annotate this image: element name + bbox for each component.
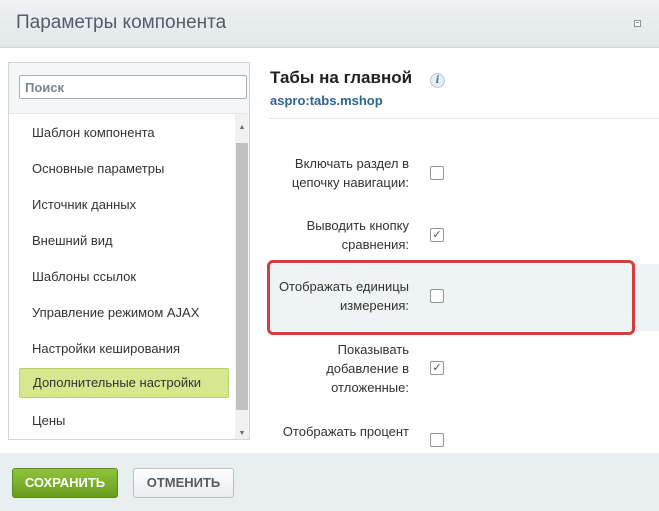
- option-label: Отображать процент: [282, 424, 409, 439]
- sidebar-item-link-templates[interactable]: Шаблоны ссылок: [19, 262, 229, 292]
- sidebar-scrollbar[interactable]: ▲ ▼: [235, 114, 249, 439]
- option-row-compare-button: Выводить кнопку сравнения: ✓: [268, 210, 659, 260]
- component-title: Табы на главной: [270, 68, 413, 87]
- settings-panel: Табы на главной i aspro:tabs.mshop Включ…: [268, 48, 659, 453]
- sidebar-item-main-params[interactable]: Основные параметры: [19, 154, 229, 184]
- cancel-button[interactable]: ОТМЕНИТЬ: [133, 468, 234, 498]
- sidebar-item-prices[interactable]: Цены: [19, 406, 229, 436]
- compare-button-checkbox[interactable]: ✓: [430, 228, 444, 242]
- save-button[interactable]: СОХРАНИТЬ: [12, 468, 118, 498]
- scroll-up-arrow-icon[interactable]: ▲: [235, 120, 249, 136]
- option-row-show-percent: Отображать процент: [268, 420, 659, 453]
- option-label: Показывать добавление в отложенные:: [326, 342, 409, 395]
- option-label: Выводить кнопку сравнения:: [306, 218, 409, 252]
- option-label: Включать раздел в цепочку навигации:: [291, 156, 409, 190]
- footer-toolbar: СОХРАНИТЬ ОТМЕНИТЬ: [0, 453, 659, 511]
- sidebar-nav: Шаблон компонента Основные параметры Ист…: [9, 114, 235, 439]
- add-to-deferred-checkbox[interactable]: ✓: [430, 361, 444, 375]
- show-percent-checkbox[interactable]: [430, 433, 444, 447]
- sidebar: Шаблон компонента Основные параметры Ист…: [8, 62, 250, 440]
- content-area: Шаблон компонента Основные параметры Ист…: [0, 48, 659, 453]
- sidebar-item-cache-settings[interactable]: Настройки кеширования: [19, 334, 229, 364]
- search-input[interactable]: [19, 75, 247, 99]
- minimize-icon[interactable]: [634, 20, 641, 27]
- scroll-down-arrow-icon[interactable]: ▼: [235, 426, 249, 439]
- sidebar-item-ajax-mode[interactable]: Управление режимом AJAX: [19, 298, 229, 328]
- window-title: Параметры компонента: [16, 12, 227, 33]
- search-area: [9, 63, 249, 114]
- sidebar-item-data-source[interactable]: Источник данных: [19, 190, 229, 220]
- component-code: aspro:tabs.mshop: [270, 93, 383, 108]
- title-bar: Параметры компонента: [0, 0, 659, 48]
- sidebar-item-additional-settings[interactable]: Дополнительные настройки: [19, 368, 229, 398]
- scrollbar-thumb[interactable]: [236, 143, 248, 410]
- option-row-add-to-deferred: Показывать добавление в отложенные: ✓: [268, 338, 659, 402]
- info-icon[interactable]: i: [430, 73, 445, 88]
- divider: [268, 118, 659, 119]
- highlight-annotation-box: [267, 260, 635, 335]
- option-row-nav-chain: Включать раздел в цепочку навигации:: [268, 148, 659, 198]
- nav-chain-checkbox[interactable]: [430, 166, 444, 180]
- sidebar-item-appearance[interactable]: Внешний вид: [19, 226, 229, 256]
- sidebar-item-component-template[interactable]: Шаблон компонента: [19, 118, 229, 148]
